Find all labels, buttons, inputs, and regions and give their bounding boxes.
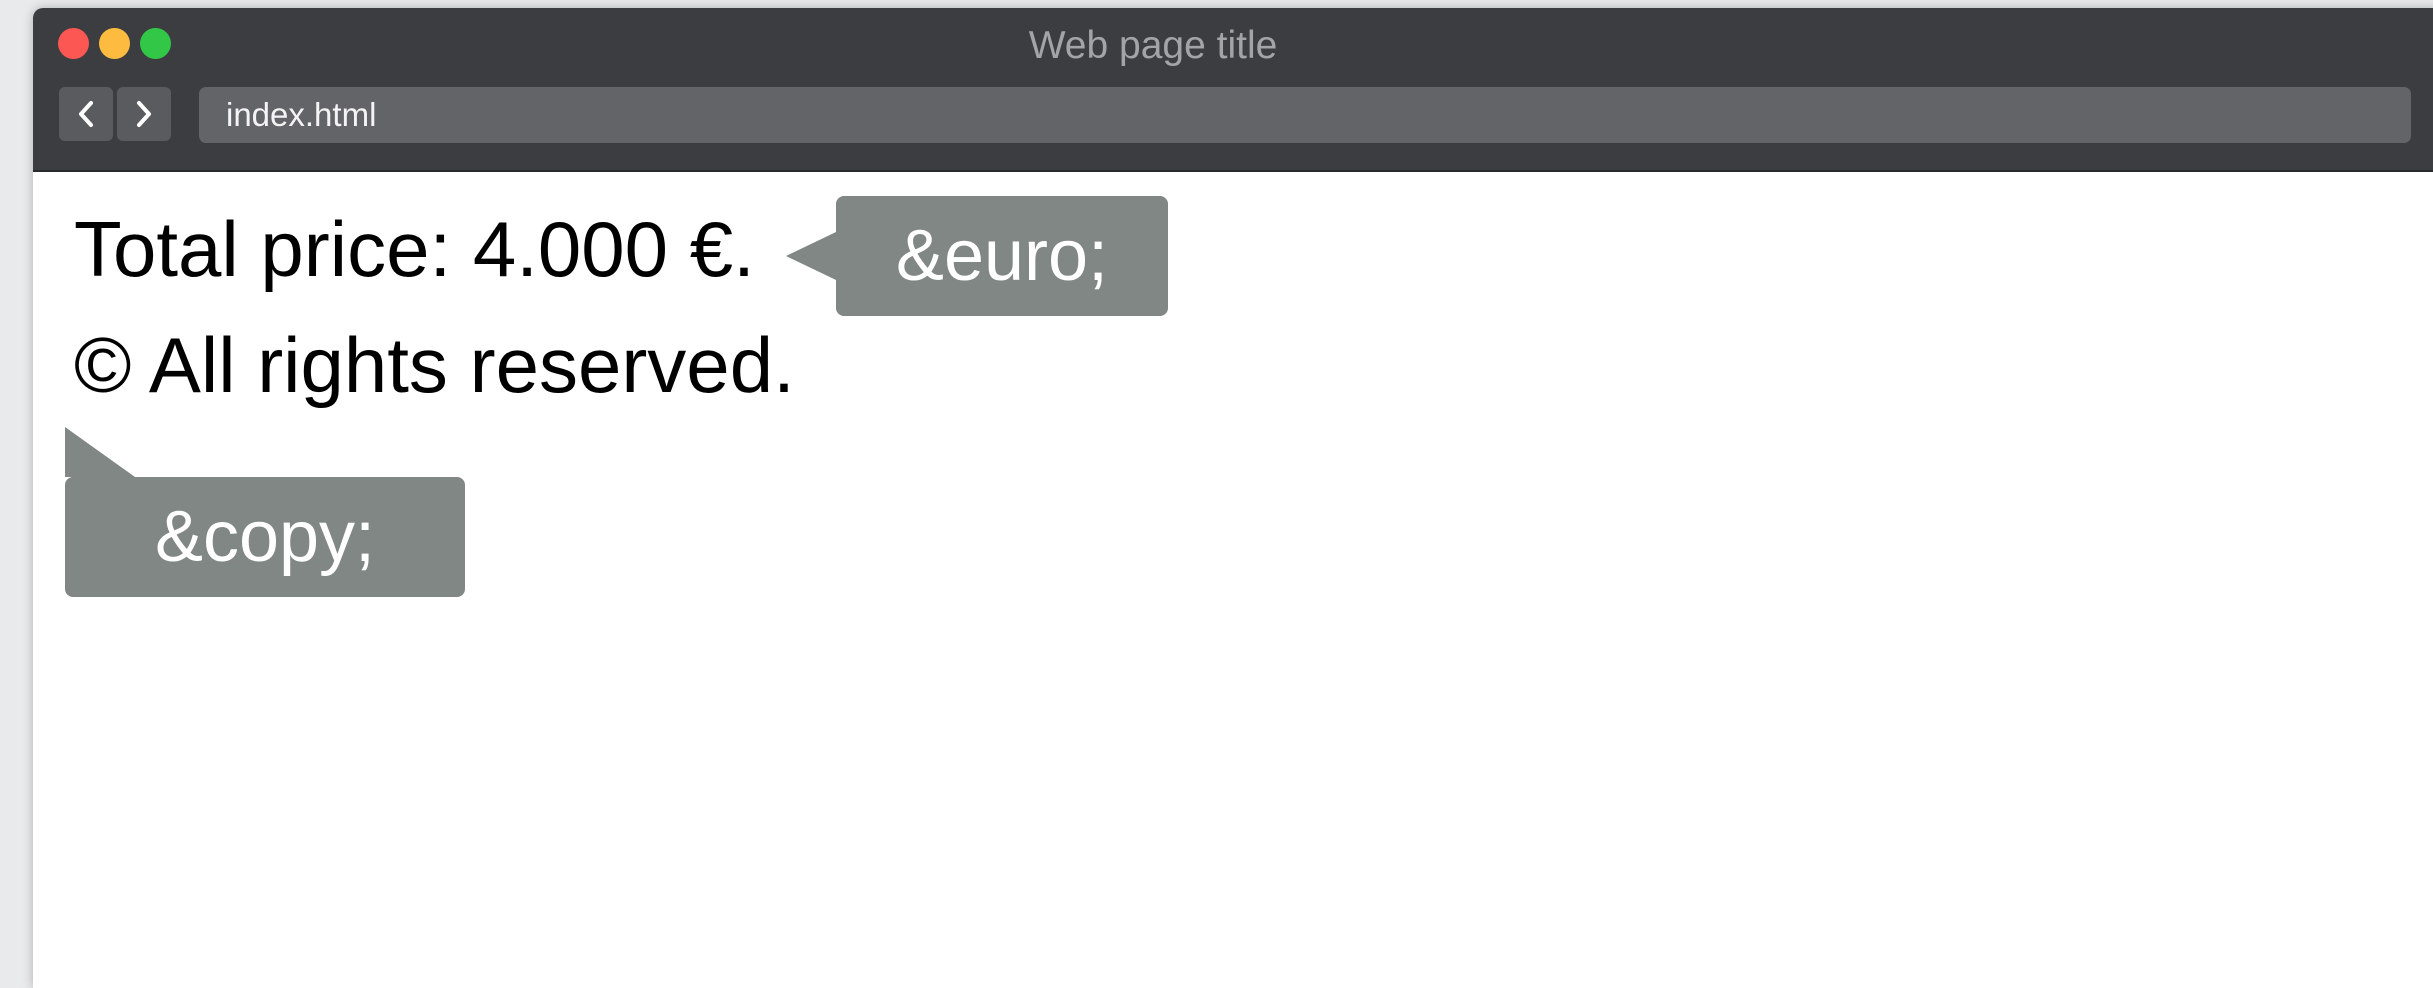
- forward-button[interactable]: [117, 87, 171, 141]
- address-bar[interactable]: index.html: [199, 87, 2411, 143]
- euro-entity-callout: &euro;: [786, 196, 1168, 316]
- euro-entity-label: &euro;: [895, 216, 1109, 296]
- total-price-text: Total price: 4.000 €.: [74, 205, 755, 293]
- browser-window: Web page title index.html Total price: 4…: [33, 8, 2433, 988]
- chevron-left-icon: [79, 101, 93, 127]
- browser-chrome: Web page title index.html: [33, 8, 2433, 172]
- window-title: Web page title: [1028, 24, 1278, 67]
- copy-entity-callout: &copy;: [65, 427, 465, 597]
- chevron-right-icon: [137, 101, 151, 127]
- page-content: Total price: 4.000 €. © All rights reser…: [33, 174, 2433, 988]
- copyright-text: © All rights reserved.: [74, 321, 795, 409]
- back-button[interactable]: [59, 87, 113, 141]
- copy-entity-label: &copy;: [154, 497, 376, 577]
